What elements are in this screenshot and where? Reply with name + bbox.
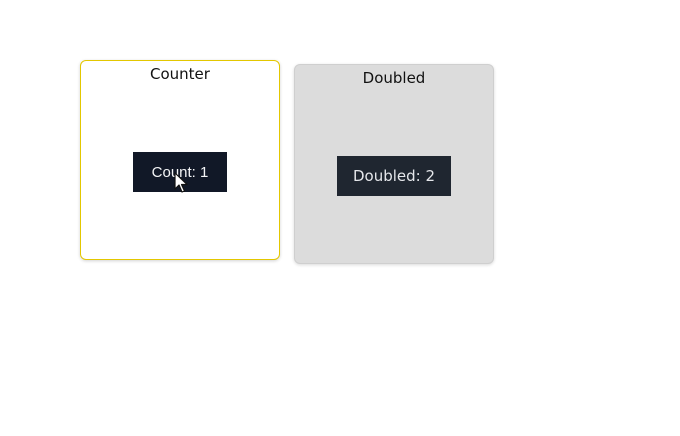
counter-card: Counter Count: 1: [80, 60, 280, 260]
stage: Counter Count: 1 Doubled Doubled: 2: [0, 0, 680, 436]
doubled-value-display: Doubled: 2: [337, 156, 451, 196]
counter-card-title: Counter: [150, 65, 210, 83]
doubled-card-title: Doubled: [362, 69, 426, 87]
doubled-card: Doubled Doubled: 2: [294, 64, 494, 264]
count-button[interactable]: Count: 1: [133, 152, 227, 192]
